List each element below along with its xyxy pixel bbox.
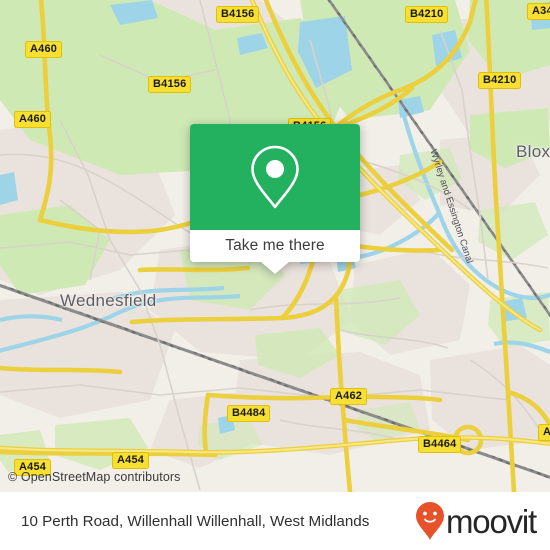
road-shield: B4210 — [478, 72, 522, 89]
road-shield: A462 — [330, 388, 368, 405]
take-me-there-card[interactable]: Take me there — [190, 124, 360, 274]
screenshot-root: B4156 B4210 A34 A460 B4156 B4210 A460 B4… — [0, 0, 550, 550]
map-pin-icon — [251, 145, 299, 209]
footer-bar: 10 Perth Road, Willenhall Willenhall, We… — [0, 492, 550, 550]
osm-attribution[interactable]: © OpenStreetMap contributors — [8, 470, 181, 484]
place-label-wednesfield: Wednesfield — [60, 291, 157, 310]
road-shield: B4484 — [227, 405, 271, 422]
moovit-logo[interactable]: moovit — [415, 501, 537, 541]
road-shield: A34 — [527, 3, 550, 20]
road-shield: A4 — [538, 424, 550, 441]
road-shield: B4210 — [405, 6, 449, 23]
take-me-there-label: Take me there — [225, 237, 325, 254]
road-shield: A460 — [14, 111, 52, 128]
road-shield: A454 — [112, 452, 150, 469]
card-icon-area — [190, 124, 360, 230]
road-shield: A460 — [25, 41, 63, 58]
address-label: 10 Perth Road, Willenhall Willenhall, We… — [21, 512, 370, 530]
road-shield: B4464 — [418, 436, 462, 453]
road-shield: B4156 — [216, 6, 260, 23]
moovit-wordmark: moovit — [446, 502, 537, 540]
card-action-bar[interactable]: Take me there — [190, 230, 360, 262]
map-canvas[interactable]: B4156 B4210 A34 A460 B4156 B4210 A460 B4… — [0, 0, 550, 492]
moovit-smiley-pin-icon — [416, 502, 444, 540]
road-shield: B4156 — [148, 76, 192, 93]
card-pointer-tail — [261, 262, 289, 274]
place-label-bloxwich: Bloxw — [516, 142, 550, 161]
